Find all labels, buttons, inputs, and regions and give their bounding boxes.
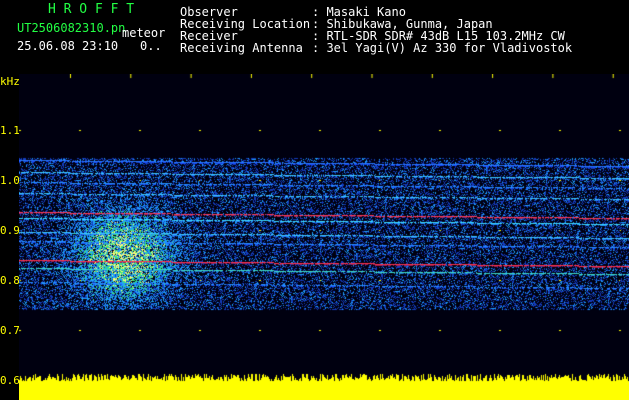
filename-label: UT2506082310.pn: [17, 21, 126, 35]
y-tick-label: 0.6: [0, 374, 20, 387]
antenna-label: Receiving Antenna: [180, 41, 303, 55]
mode-label: meteor: [122, 26, 166, 40]
program-title: H R O F F T: [48, 2, 135, 17]
y-tick-label: 1.0: [0, 174, 20, 187]
spectrogram-canvas: [19, 74, 629, 400]
y-axis-unit: kHz: [0, 75, 20, 88]
y-tick-label: 0.7: [0, 324, 20, 337]
antenna-value: : 3el Yagi(V) Az 330 for Vladivostok: [312, 41, 573, 55]
y-tick-label: 0.8: [0, 274, 20, 287]
header-panel: H R O F F T UT2506082310.pn meteor 25.06…: [0, 0, 629, 70]
y-tick-label: 1.1: [0, 124, 20, 137]
y-tick-label: 0.9: [0, 224, 20, 237]
counter-label: 0..: [140, 39, 162, 53]
datetime-label: 25.06.08 23:10: [17, 39, 119, 53]
